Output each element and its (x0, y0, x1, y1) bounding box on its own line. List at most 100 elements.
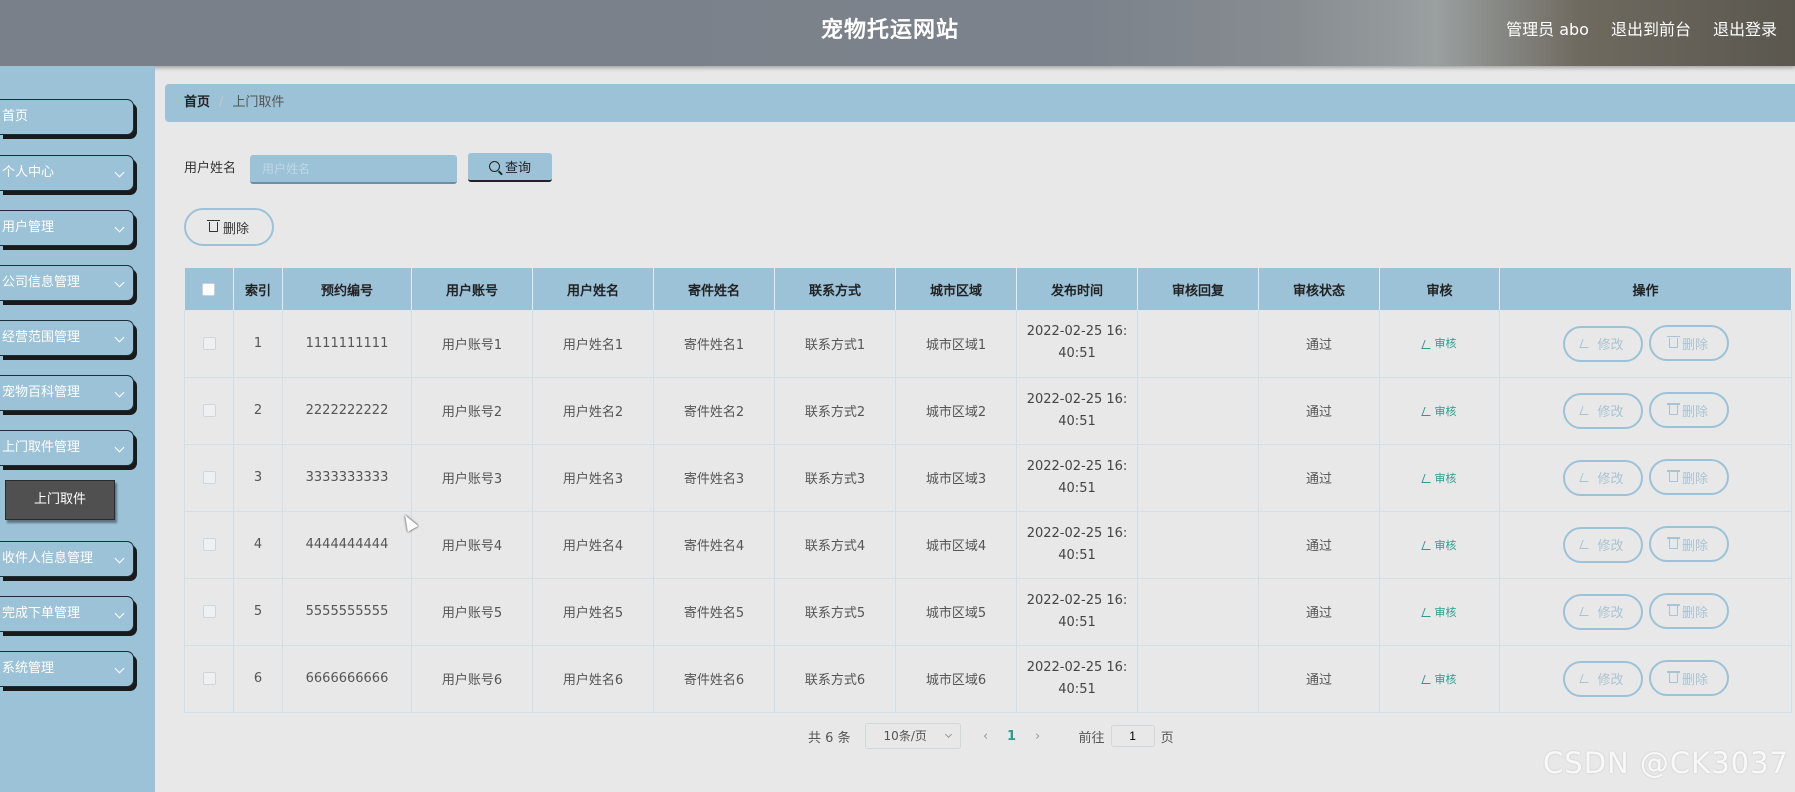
exit-to-front-link[interactable]: 退出到前台 (1611, 16, 1691, 40)
cell-contact: 联系方式6 (774, 645, 896, 713)
trash-icon (1666, 604, 1680, 617)
sidebar-item-recipient-info[interactable]: 收件人信息管理 (0, 541, 134, 577)
table-row: 3 3333333333 用户账号3 用户姓名3 寄件姓名3 联系方式3 城市区域3 2022… (184, 444, 1792, 512)
cell-audit-status: 通过 (1258, 645, 1380, 713)
delete-button[interactable]: 删除 (1648, 325, 1729, 361)
next-page-icon[interactable]: › (1025, 729, 1051, 744)
delete-button[interactable]: 删除 (1648, 593, 1729, 630)
audit-link[interactable]: 审核 (1420, 471, 1457, 485)
trash-icon (1666, 470, 1680, 483)
edit-icon (1579, 339, 1593, 348)
select-all-checkbox[interactable] (202, 282, 216, 296)
delete-button[interactable]: 删除 (1648, 526, 1729, 563)
sidebar-item-company-info[interactable]: 公司信息管理 (0, 265, 134, 301)
audit-link[interactable]: 审核 (1420, 606, 1457, 619)
edit-button[interactable]: 修改 (1562, 392, 1643, 429)
cell-account: 用户账号2 (411, 377, 533, 445)
cell-actions: 修改 删除 (1499, 578, 1792, 646)
sidebar-item-label: 经营范围管理 (2, 330, 81, 345)
cell-account: 用户账号1 (411, 310, 533, 378)
data-table: 索引 预约编号 用户账号 用户姓名 寄件姓名 联系方式 城市区域 发布时间 审核… (184, 268, 1792, 713)
cell-publish-time: 2022-02-25 16: 40:51 (1016, 645, 1138, 713)
search-button-label: 查询 (504, 160, 531, 175)
time-line: 40:51 (1058, 480, 1096, 496)
sidebar-item-label: 首页 (2, 109, 29, 124)
chevron-down-icon (114, 222, 125, 233)
sidebar-item-label: 用户管理 (2, 220, 55, 235)
edit-button[interactable]: 修改 (1562, 325, 1643, 362)
edit-label: 修改 (1597, 605, 1624, 621)
sidebar-item-personal-center[interactable]: 个人中心 (0, 155, 134, 191)
cell-index: 5 (233, 578, 283, 646)
row-checkbox[interactable] (202, 538, 216, 551)
row-checkbox[interactable] (202, 471, 216, 484)
cell-audit-status: 通过 (1258, 377, 1380, 445)
cell-sender-name: 寄件姓名6 (653, 645, 775, 713)
row-checkbox[interactable] (202, 336, 216, 350)
chevron-down-icon (944, 730, 952, 739)
audit-link[interactable]: 审核 (1420, 405, 1457, 418)
sidebar-item-user-management[interactable]: 用户管理 (0, 210, 134, 246)
chevron-down-icon (114, 442, 125, 453)
search-input[interactable] (250, 155, 457, 184)
time-line: 40:51 (1058, 346, 1096, 362)
cell-booking-code: 3333333333 (282, 444, 412, 512)
cell-audit-status: 通过 (1258, 578, 1380, 646)
prev-page-icon[interactable]: ‹ (973, 729, 999, 744)
row-checkbox[interactable] (202, 605, 216, 618)
cell-area: 城市区域2 (895, 377, 1017, 445)
cell-contact: 联系方式1 (774, 310, 896, 378)
edit-label: 修改 (1597, 471, 1624, 487)
pagination: 共 6 条 10条/页 ‹ 1 › 前往 页 (808, 723, 1174, 749)
audit-label: 审核 (1434, 471, 1457, 485)
cell-audit-reply (1137, 511, 1259, 579)
cell-audit-reply (1137, 578, 1259, 646)
sidebar-item-order-completion[interactable]: 完成下单管理 (0, 596, 134, 632)
sidebar-item-system[interactable]: 系统管理 (0, 651, 134, 687)
row-select-cell (184, 444, 234, 512)
edit-button[interactable]: 修改 (1562, 526, 1643, 563)
time-line: 40:51 (1058, 681, 1096, 697)
delete-button[interactable]: 删除 (1648, 392, 1729, 429)
page-number[interactable]: 1 (999, 729, 1025, 744)
goto-page-input[interactable] (1110, 725, 1155, 747)
row-checkbox[interactable] (202, 672, 216, 685)
sidebar-item-pickup-management[interactable]: 上门取件管理 (0, 430, 134, 466)
column-header: 联系方式 (774, 268, 896, 310)
search-button[interactable]: 查询 (468, 153, 552, 182)
sidebar-item-home[interactable]: 首页 (0, 99, 134, 135)
audit-link[interactable]: 审核 (1420, 337, 1457, 350)
sidebar-item-label: 宠物百科管理 (2, 385, 81, 400)
breadcrumb-home[interactable]: 首页 (184, 95, 210, 110)
time-line: 2022-02-25 16: (1026, 659, 1128, 675)
breadcrumb-current: 上门取件 (232, 95, 285, 110)
audit-link[interactable]: 审核 (1420, 539, 1457, 552)
page-size-select[interactable]: 10条/页 (864, 723, 961, 749)
edit-button[interactable]: 修改 (1562, 593, 1643, 630)
sidebar-item-business-scope[interactable]: 经营范围管理 (0, 320, 134, 356)
cell-index: 1 (233, 310, 283, 378)
delete-button[interactable]: 删除 (1648, 459, 1729, 496)
delete-button[interactable]: 删除 (1648, 660, 1729, 697)
pagination-total: 共 6 条 (808, 730, 851, 746)
column-header: 寄件姓名 (653, 268, 775, 310)
cell-index: 3 (233, 444, 283, 512)
delete-label: 删除 (1681, 470, 1708, 486)
time-line: 2022-02-25 16: (1026, 525, 1128, 541)
sidebar-item-pet-encyclopedia[interactable]: 宠物百科管理 (0, 375, 134, 411)
edit-button[interactable]: 修改 (1562, 660, 1643, 697)
cell-account: 用户账号5 (411, 578, 533, 646)
cell-contact: 联系方式3 (774, 444, 896, 512)
cell-area: 城市区域4 (895, 511, 1017, 579)
cell-audit: 审核 (1379, 511, 1500, 579)
sidebar-subitem-pickup[interactable]: 上门取件 (5, 480, 115, 520)
bulk-delete-button[interactable]: 删除 (184, 208, 274, 246)
cell-account: 用户账号4 (411, 511, 533, 579)
edit-button[interactable]: 修改 (1562, 459, 1643, 496)
logout-link[interactable]: 退出登录 (1713, 16, 1777, 40)
cell-area: 城市区域6 (895, 645, 1017, 713)
sidebar-item-label: 公司信息管理 (2, 275, 81, 290)
row-checkbox[interactable] (202, 404, 216, 417)
column-header: 审核 (1379, 268, 1500, 310)
audit-link[interactable]: 审核 (1420, 673, 1457, 686)
